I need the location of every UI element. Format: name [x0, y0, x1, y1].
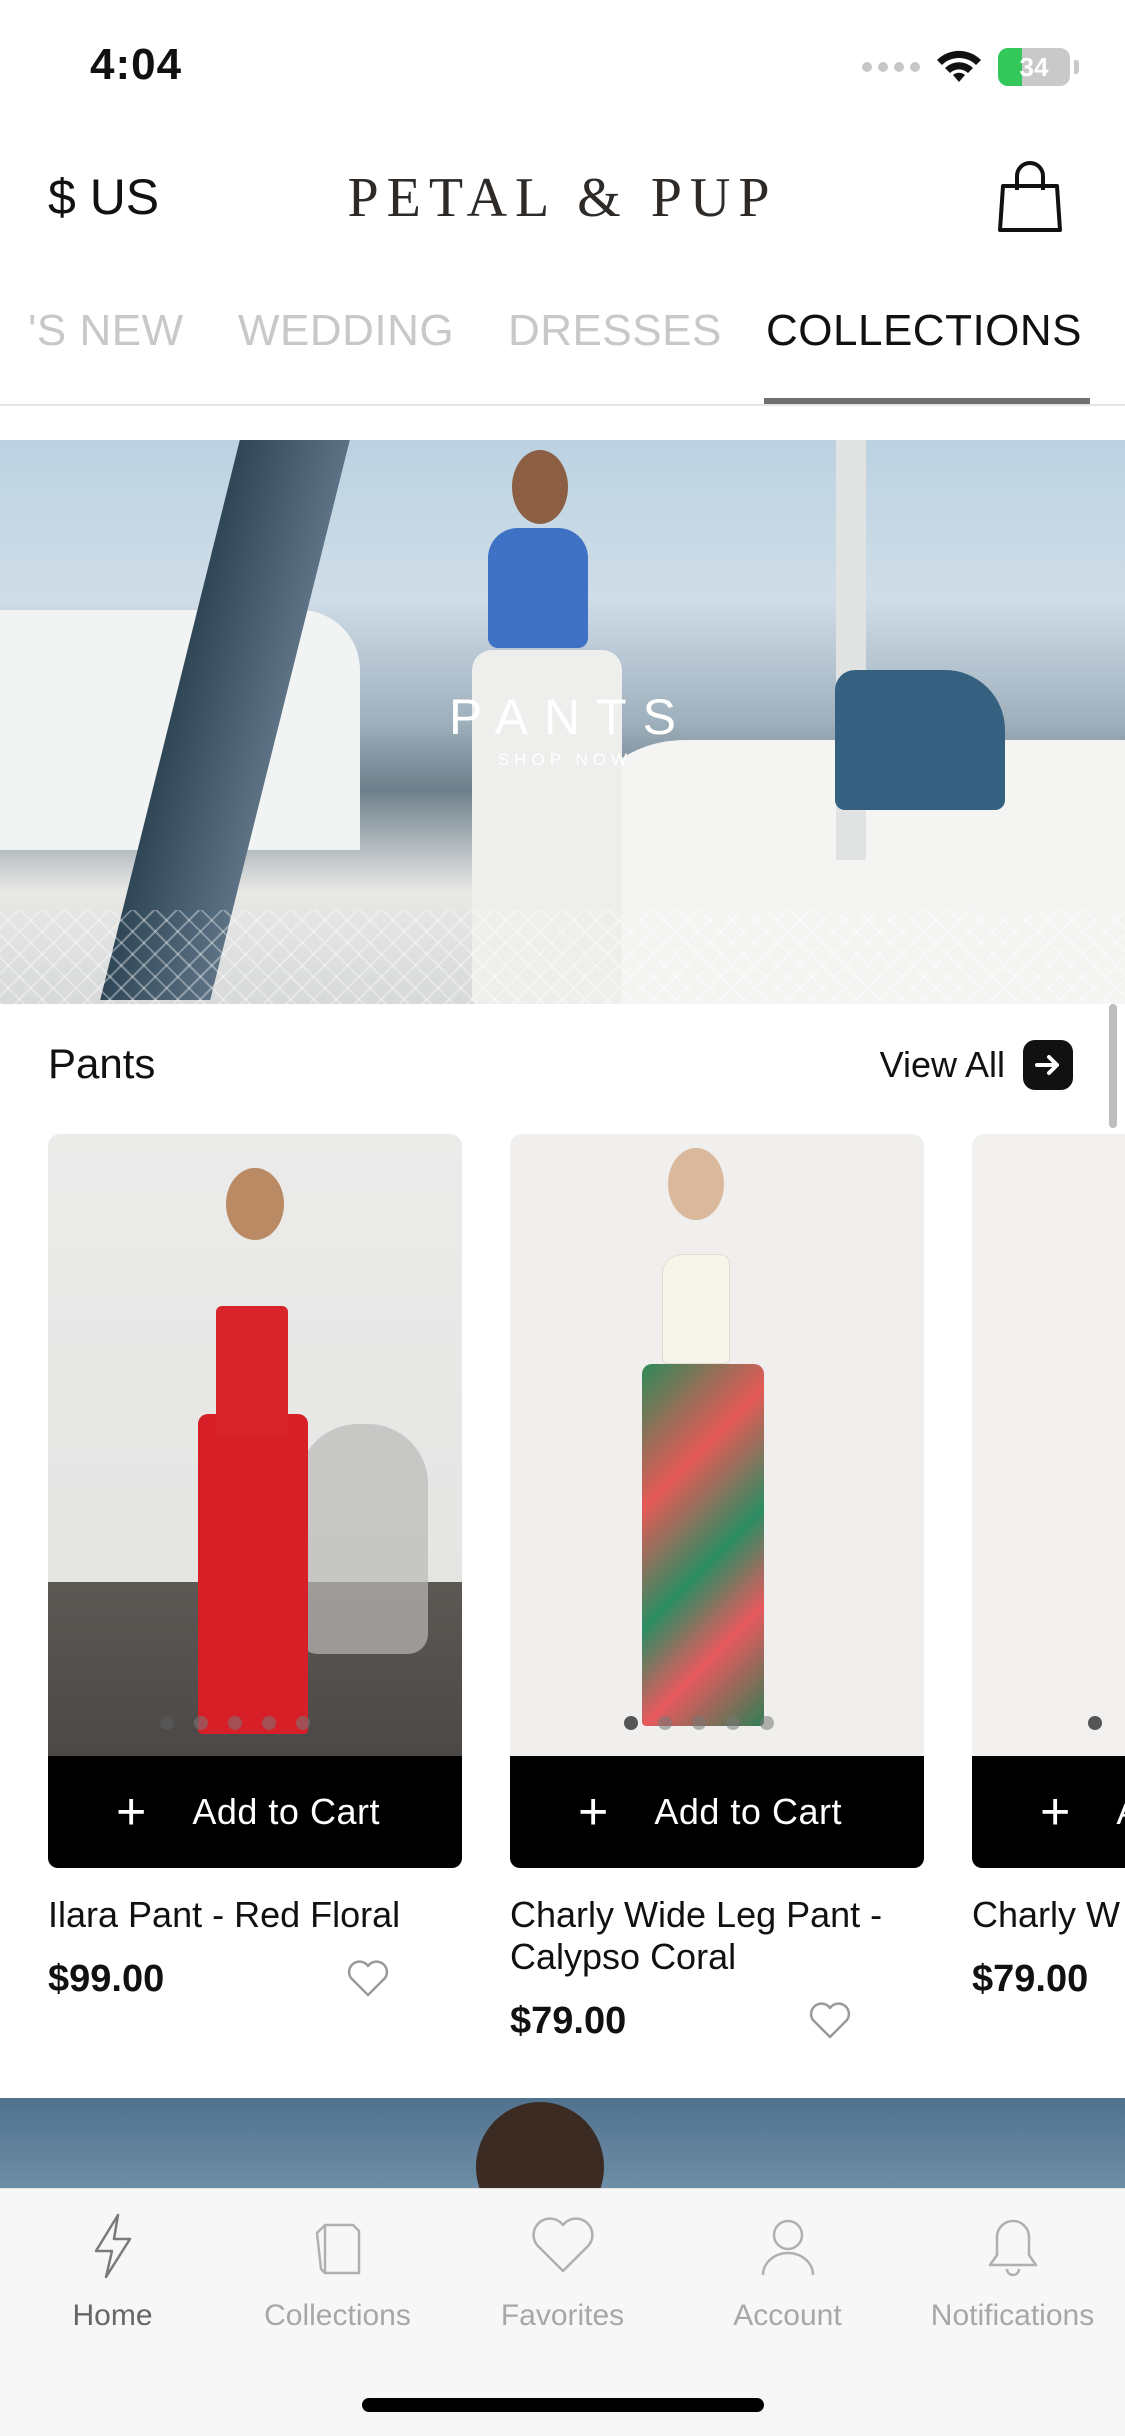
- cellular-signal-icon: [862, 62, 920, 72]
- add-to-cart-label: Add to Cart: [654, 1791, 842, 1832]
- home-indicator[interactable]: [362, 2398, 764, 2412]
- product-price: $79.00: [510, 2000, 627, 2042]
- product-name[interactable]: Charly W Bel Air Ro: [972, 1894, 1125, 1936]
- hero-shop-now[interactable]: SHOP NOW: [0, 750, 1125, 770]
- tabbar-collections[interactable]: Collections: [225, 2211, 450, 2333]
- product-name[interactable]: Charly Wide Leg Pant - Calypso Coral: [510, 1894, 924, 1978]
- tabbar-label: Account: [733, 2299, 842, 2332]
- lightning-icon: [94, 2213, 131, 2279]
- bell-icon: [988, 2219, 1037, 2277]
- add-to-cart-button[interactable]: + Add to Cart: [972, 1756, 1125, 1868]
- section-header: Pants View All: [0, 1004, 1125, 1134]
- view-all-label: View All: [879, 1044, 1005, 1085]
- add-to-cart-label: Add to Cart: [192, 1791, 380, 1832]
- add-to-cart-label: Add to Cart: [1116, 1791, 1125, 1833]
- image-pagination-dots: [160, 1716, 310, 1730]
- product-price: $99.00: [48, 1958, 165, 2000]
- category-tabs: 'S NEW WEDDING DRESSES COLLECTIONS: [0, 290, 1125, 406]
- tab-dresses[interactable]: DRESSES: [508, 306, 722, 356]
- product-card[interactable]: + Add to Cart Charly Wide Leg Pant - Cal…: [510, 1134, 924, 2060]
- arrow-right-icon: [1023, 1040, 1073, 1090]
- tabbar-label: Collections: [264, 2299, 411, 2332]
- status-bar: 4:04 34: [0, 0, 1125, 140]
- tabbar-home[interactable]: Home: [0, 2211, 225, 2333]
- heart-icon: [531, 2217, 594, 2273]
- brand-logo: PETAL & PUP: [347, 167, 778, 229]
- image-pagination-dots: [1088, 1716, 1102, 1730]
- tab-collections[interactable]: COLLECTIONS: [766, 306, 1082, 356]
- view-all-link[interactable]: View All: [880, 1040, 1073, 1090]
- plus-icon: +: [578, 1783, 609, 1841]
- plus-icon: +: [1040, 1783, 1071, 1841]
- product-card[interactable]: + Add to Cart Ilara Pant - Red Floral $9…: [48, 1134, 462, 2018]
- tabbar-notifications[interactable]: Notifications: [900, 2211, 1125, 2333]
- image-pagination-dots: [624, 1716, 774, 1730]
- battery-level: 34: [1019, 51, 1049, 82]
- battery-icon: 34: [998, 48, 1070, 86]
- product-card[interactable]: + Add to Cart Charly W Bel Air Ro $79.00: [972, 1134, 1125, 2018]
- tabbar-label: Notifications: [930, 2299, 1095, 2332]
- status-time: 4:04: [90, 40, 183, 89]
- status-icons: 34: [862, 48, 1079, 86]
- hero-title: PANTS: [449, 689, 692, 745]
- scroll-indicator: [1109, 1004, 1117, 1128]
- product-price: $79.00: [972, 1958, 1089, 2000]
- product-image[interactable]: [48, 1134, 462, 1756]
- tab-whats-new[interactable]: 'S NEW: [28, 306, 184, 356]
- tab-wedding[interactable]: WEDDING: [238, 306, 454, 356]
- next-collection-banner[interactable]: [0, 2098, 1125, 2188]
- shopping-bag-icon[interactable]: [997, 160, 1063, 232]
- add-to-cart-button[interactable]: + Add to Cart: [510, 1756, 924, 1868]
- tabbar-label: Home: [72, 2299, 153, 2332]
- plus-icon: +: [116, 1783, 147, 1841]
- tabbar-label: Favorites: [500, 2299, 625, 2332]
- product-image[interactable]: [972, 1134, 1125, 1756]
- active-tab-indicator: [764, 398, 1090, 404]
- app-header: $ US PETAL & PUP: [0, 140, 1125, 260]
- tabbar-favorites[interactable]: Favorites: [450, 2211, 675, 2333]
- add-to-cart-button[interactable]: + Add to Cart: [48, 1756, 462, 1868]
- product-name[interactable]: Ilara Pant - Red Floral: [48, 1894, 462, 1936]
- tabbar-account[interactable]: Account: [675, 2211, 900, 2333]
- heart-icon[interactable]: [808, 2000, 852, 2040]
- product-carousel[interactable]: + Add to Cart Ilara Pant - Red Floral $9…: [0, 1134, 1125, 2094]
- wifi-icon: [937, 50, 981, 82]
- hero-banner[interactable]: PANTS SHOP NOW: [0, 440, 1125, 1004]
- heart-icon[interactable]: [346, 1958, 390, 1998]
- person-icon: [761, 2219, 814, 2276]
- product-image[interactable]: [510, 1134, 924, 1756]
- collections-icon: [315, 2223, 360, 2275]
- section-title: Pants: [48, 1040, 156, 1087]
